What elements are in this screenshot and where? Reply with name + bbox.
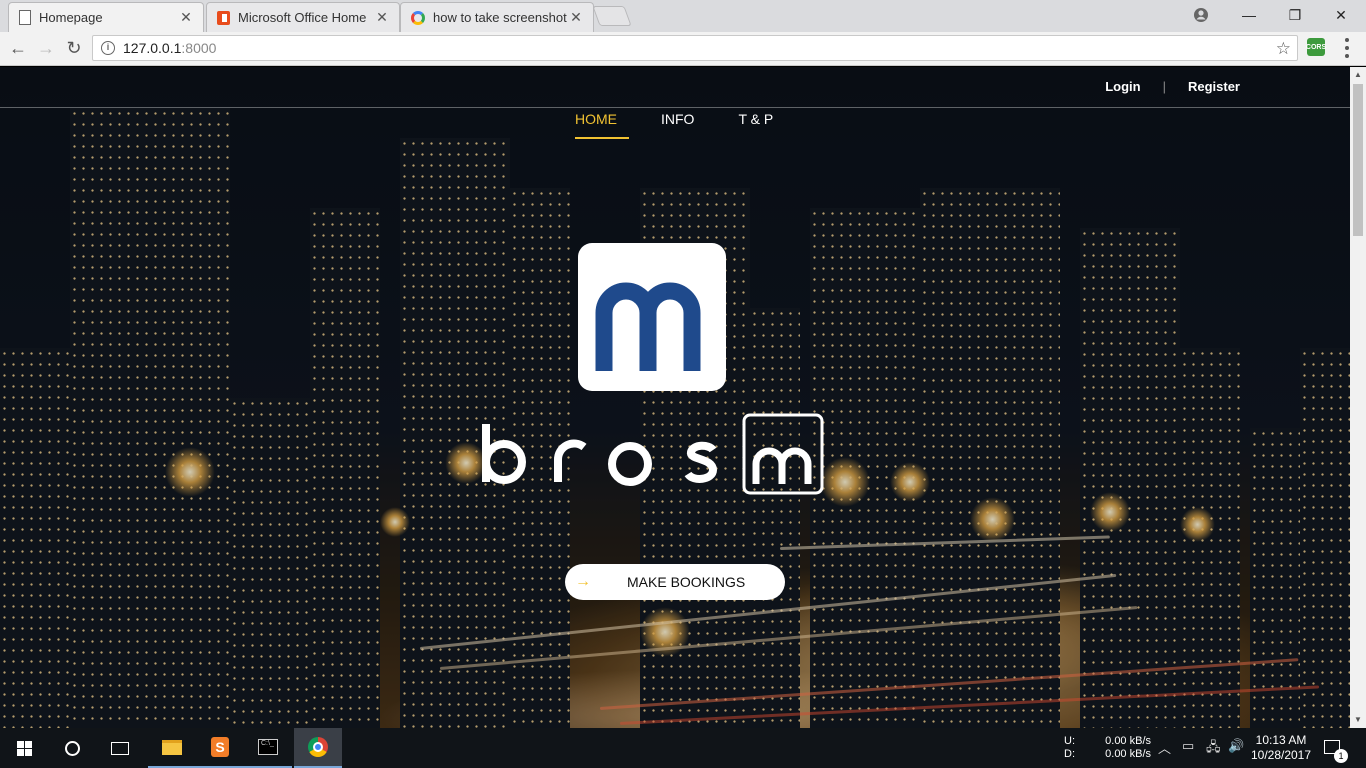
power-icon[interactable]: ▭ xyxy=(1182,738,1194,754)
tab-title: Homepage xyxy=(39,10,103,25)
command-prompt-button[interactable]: C:\_ xyxy=(244,728,292,768)
windows-logo-icon xyxy=(16,740,32,756)
cortana-button[interactable] xyxy=(48,728,96,768)
profile-icon[interactable] xyxy=(1178,0,1224,30)
browser-menu-icon[interactable] xyxy=(1344,38,1350,58)
brand-logo xyxy=(578,243,726,391)
net-down-value: 0.00 kB/s xyxy=(1105,748,1151,760)
google-icon xyxy=(411,10,425,25)
system-clock[interactable]: 10:13 AM 10/28/2017 xyxy=(1250,733,1312,763)
forward-button[interactable]: → xyxy=(33,35,59,61)
minimize-button[interactable]: — xyxy=(1226,0,1272,30)
auth-separator: | xyxy=(1162,79,1166,94)
network-icon[interactable]: 🖧 xyxy=(1206,738,1221,760)
scroll-up-icon[interactable]: ▲ xyxy=(1350,67,1366,83)
chrome-icon xyxy=(308,737,328,757)
address-bar[interactable]: i 127.0.0.1:8000 ☆ xyxy=(92,35,1298,61)
cors-extension-icon[interactable]: CORS xyxy=(1306,38,1326,56)
bookmark-star-icon[interactable]: ☆ xyxy=(1276,39,1291,59)
scroll-thumb[interactable] xyxy=(1353,84,1363,236)
tab-microsoft-office[interactable]: Microsoft Office Home ✕ xyxy=(206,2,400,32)
net-up-value: 0.00 kB/s xyxy=(1105,735,1151,747)
close-icon[interactable]: ✕ xyxy=(179,9,193,26)
close-icon[interactable]: ✕ xyxy=(375,9,389,26)
sublime-text-icon: S xyxy=(211,737,229,757)
cortana-icon xyxy=(64,740,80,756)
chevron-up-icon[interactable]: ︿ xyxy=(1158,738,1171,757)
url-host: 127.0.0.1 xyxy=(123,40,182,56)
header-divider xyxy=(0,107,1350,108)
register-link[interactable]: Register xyxy=(1188,79,1240,94)
nav-t-and-p[interactable]: T & P xyxy=(738,111,773,139)
network-monitor: U: D: 0.00 kB/s 0.00 kB/s xyxy=(1064,735,1151,761)
net-up-label: U: xyxy=(1064,735,1075,747)
office-icon xyxy=(217,10,230,25)
volume-icon[interactable]: 🔊 xyxy=(1228,738,1244,754)
sublime-text-button[interactable]: S xyxy=(196,728,244,768)
close-icon[interactable]: ✕ xyxy=(569,9,583,26)
tab-google-search[interactable]: how to take screenshot o ✕ xyxy=(400,2,594,32)
nav-home[interactable]: HOME xyxy=(575,111,629,139)
page-icon xyxy=(19,10,31,25)
new-tab-button[interactable] xyxy=(592,6,632,26)
notification-badge: 1 xyxy=(1334,749,1348,763)
arrow-right-icon: → xyxy=(575,573,591,590)
nav-info[interactable]: INFO xyxy=(661,111,694,139)
url-port: :8000 xyxy=(181,40,217,56)
windows-taskbar: S C:\_ U: D: 0.00 kB/s 0.00 kB/s ︿ ▭ 🖧 🔊… xyxy=(0,728,1366,768)
back-button[interactable]: ← xyxy=(5,35,31,61)
clock-date: 10/28/2017 xyxy=(1250,748,1312,762)
auth-links: Login | Register xyxy=(1105,79,1240,94)
net-down-label: D: xyxy=(1064,748,1075,760)
tab-title: Microsoft Office Home xyxy=(238,10,367,25)
browser-toolbar: ← → ↻ i 127.0.0.1:8000 ☆ CORS xyxy=(0,32,1366,66)
reload-button[interactable]: ↻ xyxy=(61,35,87,61)
site-nav: HOME INFO T & P xyxy=(575,111,773,139)
file-explorer-button[interactable] xyxy=(148,728,196,768)
folder-icon xyxy=(162,739,182,755)
tab-title: how to take screenshot o xyxy=(433,10,569,25)
task-view-button[interactable] xyxy=(96,728,144,768)
make-bookings-label: MAKE BOOKINGS xyxy=(627,574,746,590)
info-icon[interactable]: i xyxy=(101,41,115,55)
chrome-taskbar-button[interactable] xyxy=(294,728,342,768)
command-prompt-icon: C:\_ xyxy=(258,739,278,755)
restore-button[interactable]: ❐ xyxy=(1272,0,1318,30)
brand-wordmark xyxy=(478,412,838,497)
start-button[interactable] xyxy=(0,728,48,768)
window-close-button[interactable]: ✕ xyxy=(1318,0,1364,30)
clock-time: 10:13 AM xyxy=(1255,733,1307,747)
task-view-icon xyxy=(111,741,129,755)
page-viewport: Login | Register HOME INFO T & P → MAKE … xyxy=(0,67,1350,728)
make-bookings-button[interactable]: → MAKE BOOKINGS xyxy=(565,564,785,600)
page-scrollbar[interactable]: ▲ ▼ xyxy=(1350,67,1366,728)
tab-homepage[interactable]: Homepage ✕ xyxy=(8,2,204,32)
scroll-down-icon[interactable]: ▼ xyxy=(1350,712,1366,728)
browser-tabstrip: Homepage ✕ Microsoft Office Home ✕ how t… xyxy=(0,0,1366,32)
login-link[interactable]: Login xyxy=(1105,79,1140,94)
